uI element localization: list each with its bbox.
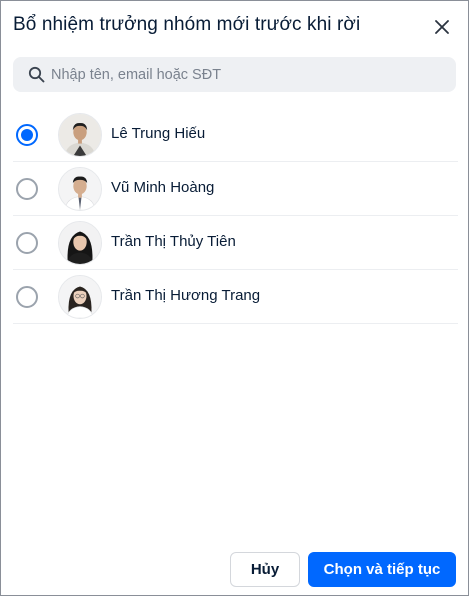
- member-row-tran-thi-thuy-tien[interactable]: Trần Thị Thủy Tiên: [1, 216, 469, 270]
- member-name: Vũ Minh Hoàng: [111, 179, 215, 196]
- radio-unselected[interactable]: [16, 286, 38, 308]
- radio-unselected[interactable]: [16, 178, 38, 200]
- cancel-button[interactable]: Hủy: [230, 552, 300, 587]
- radio-selected[interactable]: [16, 124, 38, 146]
- search-input[interactable]: [51, 57, 446, 92]
- search-box: [13, 57, 456, 92]
- appoint-leader-dialog: Bổ nhiệm trưởng nhóm mới trước khi rời N…: [0, 0, 469, 596]
- avatar: [58, 275, 102, 319]
- avatar: [58, 221, 102, 265]
- search-icon: [28, 66, 45, 83]
- member-row-le-trung-hieu[interactable]: Lê Trung Hiếu: [1, 108, 469, 162]
- close-button[interactable]: [430, 15, 454, 39]
- member-row-vu-minh-hoang[interactable]: Vũ Minh Hoàng: [1, 162, 469, 216]
- dialog-title: Bổ nhiệm trưởng nhóm mới trước khi rời: [13, 14, 361, 35]
- avatar: [58, 167, 102, 211]
- close-icon: [435, 20, 449, 34]
- member-row-tran-thi-huong-trang[interactable]: Trần Thị Hương Trang: [1, 270, 469, 324]
- avatar: [58, 113, 102, 157]
- radio-unselected[interactable]: [16, 232, 38, 254]
- member-list: Lê Trung Hiếu Vũ Minh Hoàng Trần Thị Thủ…: [1, 108, 469, 324]
- member-name: Trần Thị Hương Trang: [111, 287, 261, 304]
- choose-and-continue-button[interactable]: Chọn và tiếp tục: [308, 552, 456, 587]
- member-name: Lê Trung Hiếu: [111, 125, 206, 142]
- member-name: Trần Thị Thủy Tiên: [111, 233, 236, 250]
